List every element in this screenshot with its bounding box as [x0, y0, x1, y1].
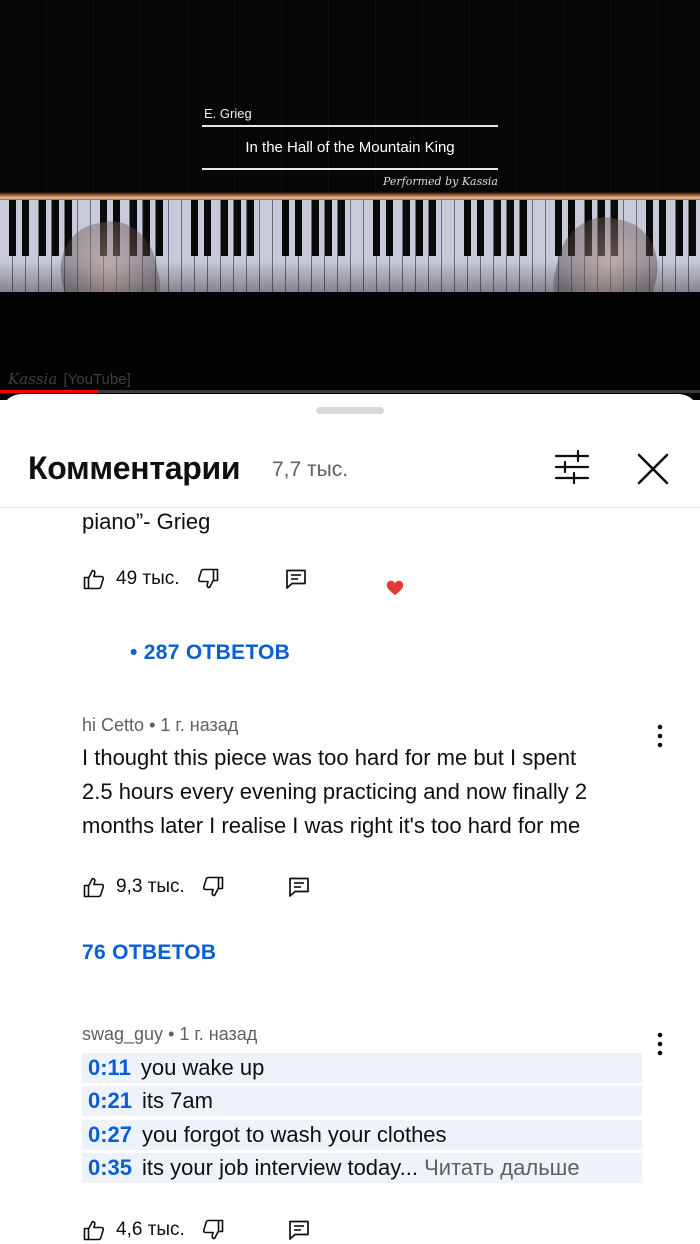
timestamp-link[interactable]: 0:21 [88, 1088, 132, 1113]
timestamp-text: its 7am [142, 1088, 213, 1113]
comment-meta: hi Cetto • 1 г. назад [82, 715, 238, 736]
timestamp-line: 0:35 its your job interview today... Чита… [82, 1153, 642, 1183]
sheet-drag-handle[interactable] [316, 407, 384, 414]
comments-count: 7,7 тыс. [272, 458, 349, 481]
video-player[interactable]: E. Grieg In the Hall of the Mountain Kin… [0, 0, 700, 400]
reply-icon[interactable] [284, 567, 308, 591]
thumb-down-icon[interactable] [196, 567, 220, 591]
creator-heart-icon [386, 580, 404, 595]
comment-text: piano”- Grieg [82, 509, 211, 534]
more-options-icon[interactable] [648, 722, 672, 750]
comment-meta: swag_guy • 1 г. назад [82, 1024, 257, 1045]
comment-text-line: months later I realise I was right it's … [82, 813, 581, 838]
timestamp-text: its your job interview today... [142, 1155, 418, 1180]
replies-button[interactable]: 76 ОТВЕТОВ [82, 941, 216, 965]
like-count: 9,3 тыс. [116, 876, 185, 897]
comments-header: Комментарии 7,7 тыс. [0, 434, 700, 508]
comment-actions: 49 тыс. [82, 564, 308, 594]
video-composer: E. Grieg [204, 106, 252, 121]
sliders-icon [554, 449, 590, 485]
video-piece-title: In the Hall of the Mountain King [245, 139, 455, 156]
video-watermark: Kassia [YouTube] [8, 370, 131, 388]
thumb-up-icon[interactable] [82, 567, 106, 591]
comment-age: • 1 г. назад [149, 715, 239, 735]
close-button[interactable] [634, 450, 672, 488]
comment-text-line: I thought this piece was too hard for me… [82, 745, 577, 770]
comment-text-line: 2.5 hours every evening practicing and n… [82, 779, 588, 804]
timestamp-line: 0:21 its 7am [82, 1086, 642, 1116]
comment-author[interactable]: swag_guy [82, 1024, 163, 1044]
timestamp-text: you wake up [140, 1055, 265, 1080]
progress-fill [0, 390, 98, 393]
like-count: 49 тыс. [116, 568, 180, 589]
thumb-up-icon[interactable] [82, 875, 106, 899]
thumb-down-icon[interactable] [201, 1218, 225, 1242]
thumb-down-icon[interactable] [201, 875, 225, 899]
reply-icon[interactable] [287, 1218, 311, 1242]
comment-age: • 1 г. назад [168, 1024, 258, 1044]
comments-sheet: Комментарии 7,7 тыс. piano”- Grieg 49 ты… [0, 394, 700, 1244]
thumb-up-icon[interactable] [82, 1218, 106, 1242]
timestamp-link[interactable]: 0:35 [88, 1155, 132, 1180]
reply-icon[interactable] [287, 875, 311, 899]
video-performer: Performed by Kassia [382, 175, 498, 188]
like-count: 4,6 тыс. [116, 1219, 185, 1240]
watermark-source: [YouTube] [63, 371, 131, 388]
comment-text: I thought this piece was too hard for me… [82, 741, 587, 843]
comment-actions: 9,3 тыс. [82, 872, 311, 902]
sort-filter-button[interactable] [552, 449, 592, 485]
replies-button[interactable]: • 287 ОТВЕТОВ [130, 641, 290, 665]
close-icon [637, 453, 669, 485]
title-divider [202, 168, 498, 170]
timestamp-line: 0:11 you wake up [82, 1053, 642, 1083]
timestamp-link[interactable]: 0:11 [88, 1055, 131, 1080]
read-more-link[interactable]: Читать дальше [424, 1155, 579, 1180]
comment-author[interactable]: hi Cetto [82, 715, 144, 735]
video-title-card: E. Grieg In the Hall of the Mountain Kin… [202, 106, 498, 188]
comments-title: Комментарии [28, 450, 241, 486]
timestamp-link[interactable]: 0:27 [88, 1122, 132, 1147]
watermark-signature: Kassia [8, 370, 58, 388]
timestamp-text: you forgot to wash your clothes [142, 1122, 447, 1147]
more-options-icon[interactable] [648, 1030, 672, 1058]
progress-track[interactable] [0, 390, 700, 393]
comment-actions: 4,6 тыс. [82, 1215, 311, 1244]
comments-list: piano”- Grieg 49 тыс. • 287 ОТВЕТОВ hi C… [0, 508, 700, 1244]
timestamp-line: 0:27 you forgot to wash your clothes [82, 1120, 642, 1150]
